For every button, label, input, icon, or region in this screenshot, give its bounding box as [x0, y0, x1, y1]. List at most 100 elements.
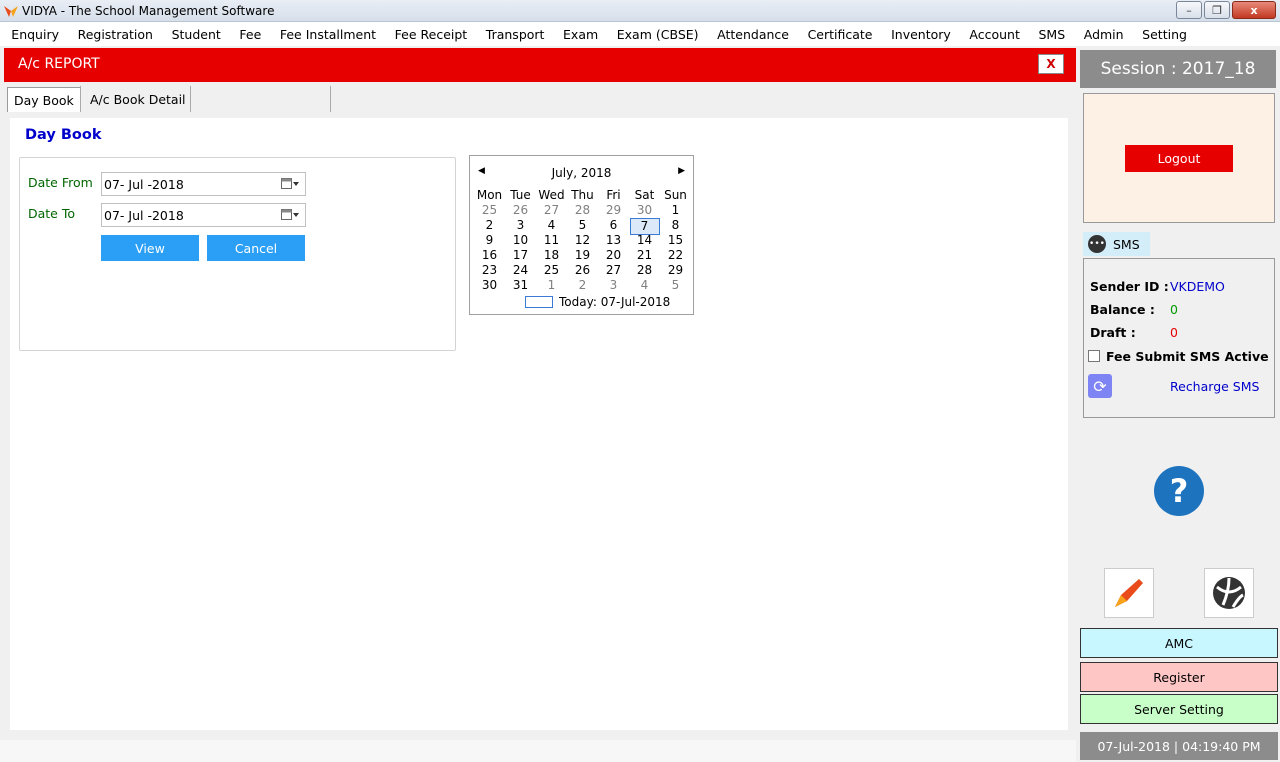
calendar-day[interactable]: 3 — [598, 278, 629, 293]
calendar-day[interactable]: 16 — [474, 248, 505, 263]
calendar-day[interactable]: 18 — [536, 248, 567, 263]
calendar-day[interactable]: 19 — [567, 248, 598, 263]
calendar-day[interactable]: 5 — [660, 278, 691, 293]
calendar-day[interactable]: 9 — [474, 233, 505, 248]
calendar-day-number: 14 — [636, 233, 653, 247]
calendar-day[interactable]: 30 — [474, 278, 505, 293]
calendar-day[interactable]: 17 — [505, 248, 536, 263]
menu-item-admin[interactable]: Admin — [1074, 27, 1132, 42]
calendar-day[interactable]: 1 — [536, 278, 567, 293]
menu-item-student[interactable]: Student — [162, 27, 230, 42]
calendar-day[interactable]: 13 — [598, 233, 629, 248]
calendar-day[interactable]: 14 — [629, 233, 660, 248]
calendar-day[interactable]: 11 — [536, 233, 567, 248]
calendar-dropdown-icon[interactable] — [281, 209, 299, 221]
weekday-label: Thu — [571, 188, 594, 202]
menu-item-attendance[interactable]: Attendance — [708, 27, 798, 42]
fee-submit-sms-label: Fee Submit SMS Active — [1106, 349, 1269, 364]
menu-item-enquiry[interactable]: Enquiry — [2, 27, 68, 42]
calendar-day-number: 10 — [512, 233, 529, 247]
menu-item-certificate[interactable]: Certificate — [798, 27, 882, 42]
weekday-label: Fri — [606, 188, 621, 202]
minimize-icon[interactable]: – — [1176, 1, 1202, 19]
logout-button[interactable]: Logout — [1125, 145, 1233, 172]
help-icon[interactable]: ? — [1154, 466, 1204, 516]
month-calendar: ◀ July, 2018 ▶ Mon Tue Wed Thu Fri Sat Sun 25 26… — [469, 155, 694, 315]
globe-icon[interactable] — [1204, 568, 1254, 618]
tab-day-book[interactable]: Day Book — [7, 87, 81, 112]
calendar-day[interactable]: 4 — [536, 218, 567, 233]
calendar-day[interactable]: 15 — [660, 233, 691, 248]
weekday-label: Wed — [538, 188, 565, 202]
calendar-day[interactable]: 29 — [598, 203, 629, 218]
tab-divider — [80, 86, 81, 112]
menu-item-inventory[interactable]: Inventory — [882, 27, 960, 42]
pen-tool-icon[interactable] — [1104, 568, 1154, 618]
calendar-day[interactable]: 23 — [474, 263, 505, 278]
calendar-day[interactable]: 31 — [505, 278, 536, 293]
balance-value: 0 — [1170, 302, 1178, 317]
calendar-dropdown-icon[interactable] — [281, 178, 299, 190]
calendar-day-number: 22 — [667, 248, 684, 262]
next-month-icon[interactable]: ▶ — [678, 166, 685, 176]
menu-item-transport[interactable]: Transport — [476, 27, 553, 42]
calendar-day[interactable]: 26 — [505, 203, 536, 218]
window-close-button[interactable]: x — [1232, 1, 1276, 19]
calendar-day-number: 18 — [543, 248, 560, 262]
calendar-today[interactable]: Today: 07-Jul-2018 — [525, 295, 670, 309]
window-controls: – ❐ x — [1176, 1, 1276, 19]
calendar-day[interactable]: 8 — [660, 218, 691, 233]
calendar-day[interactable]: 20 — [598, 248, 629, 263]
server-setting-button[interactable]: Server Setting — [1080, 694, 1278, 724]
date-to-picker[interactable]: 07- Jul -2018 — [101, 203, 306, 227]
calendar-day-number: 26 — [512, 203, 529, 217]
calendar-day[interactable]: 24 — [505, 263, 536, 278]
calendar-day[interactable]: 6 — [598, 218, 629, 233]
report-title: A/c REPORT — [18, 56, 100, 72]
calendar-day[interactable]: 28 — [629, 263, 660, 278]
calendar-day-number: 25 — [543, 263, 560, 277]
calendar-day[interactable]: 21 — [629, 248, 660, 263]
menu-item-fee-installment[interactable]: Fee Installment — [271, 27, 386, 42]
calendar-day[interactable]: 1 — [660, 203, 691, 218]
amc-button[interactable]: AMC — [1080, 628, 1278, 658]
maximize-icon[interactable]: ❐ — [1204, 1, 1230, 19]
calendar-day[interactable]: 27 — [598, 263, 629, 278]
register-button[interactable]: Register — [1080, 662, 1278, 692]
menu-item-account[interactable]: Account — [960, 27, 1029, 42]
calendar-day[interactable]: 2 — [474, 218, 505, 233]
refresh-icon[interactable]: ⟳ — [1088, 374, 1112, 398]
calendar-day[interactable]: 25 — [474, 203, 505, 218]
tab-ac-book-detail[interactable]: A/c Book Detail — [84, 87, 192, 112]
menu-item-registration[interactable]: Registration — [68, 27, 162, 42]
view-button[interactable]: View — [101, 235, 199, 261]
calendar-day[interactable]: 25 — [536, 263, 567, 278]
recharge-sms-link[interactable]: Recharge SMS — [1170, 379, 1259, 394]
menu-item-sms[interactable]: SMS — [1029, 27, 1074, 42]
calendar-day[interactable]: 5 — [567, 218, 598, 233]
menu-item-fee[interactable]: Fee — [230, 27, 270, 42]
calendar-day[interactable]: 2 — [567, 278, 598, 293]
calendar-day[interactable]: 27 — [536, 203, 567, 218]
calendar-day-selected[interactable]: 7 — [629, 218, 660, 235]
calendar-day[interactable]: 4 — [629, 278, 660, 293]
calendar-day[interactable]: 30 — [629, 203, 660, 218]
fee-submit-sms-checkbox[interactable] — [1088, 350, 1100, 362]
report-header: A/c REPORT X — [4, 48, 1076, 82]
calendar-day[interactable]: 3 — [505, 218, 536, 233]
report-close-button[interactable]: X — [1038, 54, 1064, 74]
menu-item-setting[interactable]: Setting — [1133, 27, 1196, 42]
calendar-day[interactable]: 28 — [567, 203, 598, 218]
menu-item-exam-cbse[interactable]: Exam (CBSE) — [607, 27, 707, 42]
menu-item-exam[interactable]: Exam — [554, 27, 608, 42]
calendar-day[interactable]: 10 — [505, 233, 536, 248]
date-from-picker[interactable]: 07- Jul -2018 — [101, 172, 306, 196]
menu-item-fee-receipt[interactable]: Fee Receipt — [385, 27, 476, 42]
tab-divider — [330, 86, 331, 112]
sms-tab[interactable]: ••• SMS — [1083, 232, 1150, 256]
calendar-day[interactable]: 26 — [567, 263, 598, 278]
calendar-day[interactable]: 29 — [660, 263, 691, 278]
cancel-button[interactable]: Cancel — [207, 235, 305, 261]
calendar-day[interactable]: 12 — [567, 233, 598, 248]
calendar-day[interactable]: 22 — [660, 248, 691, 263]
